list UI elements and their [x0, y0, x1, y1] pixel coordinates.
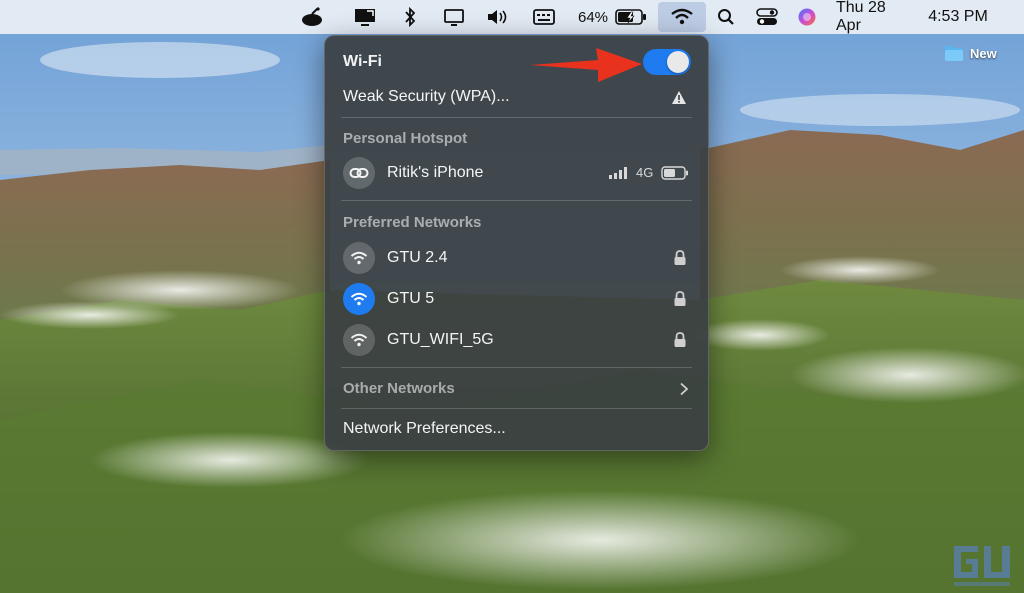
- other-networks-label: Other Networks: [343, 380, 455, 397]
- annotation-arrow: [530, 48, 642, 82]
- desktop-folder-new[interactable]: New: [944, 42, 1014, 64]
- separator: [341, 117, 692, 118]
- network-row-gtu-wifi-5g[interactable]: GTU_WIFI_5G: [325, 323, 708, 357]
- siri-icon[interactable]: [795, 0, 819, 34]
- hotspot-link-icon: [343, 157, 375, 189]
- separator: [341, 200, 692, 201]
- spotlight-search-icon[interactable]: [714, 0, 738, 34]
- menu-bar-time[interactable]: 4:53 PM: [913, 0, 1003, 34]
- wifi-signal-icon: [343, 242, 375, 274]
- volume-icon[interactable]: [484, 0, 512, 34]
- desktop-screen: 64% Thu 28 Apr 4:53 PM New Wi-Fi Weak Se…: [0, 0, 1024, 593]
- menu-bar: 64% Thu 28 Apr 4:53 PM: [0, 0, 1024, 34]
- display-icon[interactable]: [441, 0, 467, 34]
- network-name: GTU 5: [387, 290, 435, 307]
- connected-network-row[interactable]: Weak Security (WPA)...: [325, 86, 708, 110]
- network-row-gtu-2-4[interactable]: GTU 2.4: [325, 241, 708, 275]
- folder-icon: [945, 45, 963, 61]
- menu-bar-date[interactable]: Thu 28 Apr: [836, 0, 910, 34]
- battery-icon: [661, 166, 688, 180]
- lock-icon: [674, 291, 686, 306]
- bluetooth-icon[interactable]: [399, 0, 421, 34]
- network-row-gtu-5[interactable]: GTU 5: [325, 282, 708, 316]
- wifi-icon[interactable]: [658, 2, 706, 32]
- preferred-networks-label: Preferred Networks: [343, 214, 482, 231]
- remote-desktop-icon[interactable]: [298, 0, 326, 34]
- signal-bars-icon: [609, 167, 627, 179]
- wifi-toggle-switch[interactable]: [643, 49, 691, 75]
- wifi-menu-panel: Wi-Fi Weak Security (WPA)... Personal Ho…: [324, 35, 709, 451]
- network-name: GTU 2.4: [387, 249, 448, 266]
- control-center-icon[interactable]: [754, 0, 780, 34]
- keyboard-icon[interactable]: [531, 0, 557, 34]
- network-name: GTU_WIFI_5G: [387, 331, 494, 348]
- wifi-toggle-knob: [667, 51, 689, 73]
- connected-network-name: Weak Security (WPA)...: [343, 88, 510, 105]
- other-networks-row[interactable]: Other Networks: [325, 376, 708, 402]
- lock-icon: [674, 250, 686, 265]
- lock-icon: [674, 332, 686, 347]
- watermark-logo: [954, 546, 1010, 586]
- hotspot-network-type: 4G: [636, 165, 654, 180]
- share-screen-icon[interactable]: [351, 0, 379, 34]
- separator: [341, 408, 692, 409]
- chevron-right-icon: [680, 382, 689, 396]
- personal-hotspot-label: Personal Hotspot: [343, 130, 468, 147]
- wifi-signal-icon: [343, 324, 375, 356]
- network-preferences-label: Network Preferences...: [343, 420, 506, 437]
- warning-icon: [672, 91, 686, 104]
- hotspot-device-row[interactable]: Ritik's iPhone 4G: [325, 156, 708, 190]
- desktop-folder-label: New: [970, 45, 997, 61]
- battery-charging-icon[interactable]: [613, 0, 649, 34]
- hotspot-device-name: Ritik's iPhone: [387, 164, 484, 181]
- network-preferences-row[interactable]: Network Preferences...: [325, 418, 708, 442]
- separator: [341, 367, 692, 368]
- wifi-title: Wi-Fi: [343, 53, 382, 70]
- battery-percent: 64%: [577, 8, 609, 26]
- wifi-signal-icon: [343, 283, 375, 315]
